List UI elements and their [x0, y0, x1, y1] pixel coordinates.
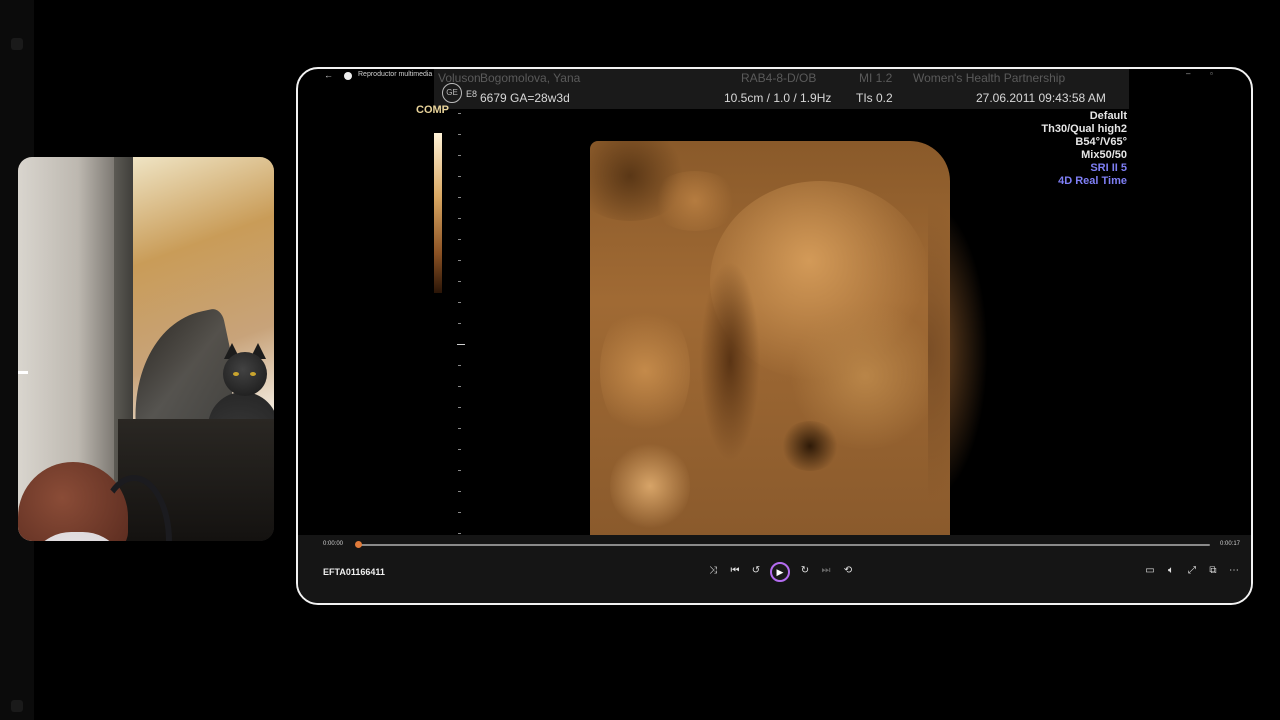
seek-thumb[interactable]	[355, 541, 362, 548]
param-line: B54°/V65°	[1075, 136, 1127, 148]
depth-tick	[458, 281, 461, 282]
depth-tick	[458, 197, 461, 198]
render-highlight	[610, 441, 690, 531]
fullscreen-icon[interactable]: ⤢	[1185, 565, 1199, 576]
title-bar: ← Reproductor multimedia – ▫	[298, 69, 1251, 85]
header-id-ga: 6679 GA=28w3d	[480, 91, 570, 105]
depth-tick	[458, 113, 461, 114]
render-highlight	[650, 171, 740, 231]
depth-tick	[458, 260, 461, 261]
mini-player-icon[interactable]: ⧉	[1206, 565, 1220, 576]
webcam-edge-mark	[18, 371, 28, 374]
painting-cat-eye	[250, 372, 256, 376]
subtitles-icon[interactable]: ▭	[1143, 565, 1157, 576]
depth-tick	[458, 449, 461, 450]
depth-tick	[458, 176, 461, 177]
volume-icon[interactable]: 🔈︎	[1164, 565, 1178, 576]
header-depth: 10.5cm / 1.0 / 1.9Hz	[724, 91, 832, 105]
depth-tick	[458, 407, 461, 408]
media-player-window[interactable]: Voluson Bogomolova, Yana RAB4-8-D/OB MI …	[296, 67, 1253, 605]
rewind-10-icon[interactable]: ↺	[749, 565, 763, 576]
render-highlight	[790, 301, 940, 451]
param-line-highlight: SRI II 5	[1090, 162, 1127, 174]
acquisition-params: Default Th30/Qual high2 B54°/V65° Mix50/…	[1041, 110, 1127, 188]
taskbar-icon[interactable]	[11, 700, 23, 712]
depth-tick	[458, 302, 461, 303]
render-shadow	[700, 261, 760, 461]
maximize-icon[interactable]: ▫	[1210, 69, 1213, 78]
depth-tick	[458, 533, 461, 534]
ultrasound-3d-render	[590, 141, 988, 539]
next-icon[interactable]: ⏭	[819, 565, 833, 576]
param-line: Default	[1089, 110, 1127, 122]
depth-tick	[458, 134, 461, 135]
depth-tick	[458, 470, 461, 471]
depth-tick	[458, 239, 461, 240]
depth-tick	[458, 428, 461, 429]
more-options-icon[interactable]: ⋯	[1227, 565, 1241, 576]
play-button[interactable]: ▶	[770, 562, 790, 582]
minimize-icon[interactable]: –	[1186, 69, 1190, 78]
total-time: 0:00:17	[1220, 541, 1241, 547]
depth-tick	[458, 218, 461, 219]
painting-cat-head	[223, 352, 267, 396]
seek-bar[interactable]	[358, 544, 1210, 546]
depth-tick	[458, 386, 461, 387]
comp-label: COMP	[416, 104, 449, 116]
render-highlight	[600, 301, 690, 441]
media-player-icon	[344, 72, 352, 80]
depth-tick	[458, 491, 461, 492]
taskbar-icon[interactable]	[11, 38, 23, 50]
video-frame[interactable]: Voluson Bogomolova, Yana RAB4-8-D/OB MI …	[298, 69, 1251, 555]
param-line: Mix50/50	[1081, 149, 1127, 161]
param-line-highlight: 4D Real Time	[1058, 175, 1127, 187]
header-datetime: 27.06.2011 09:43:58 AM	[976, 91, 1106, 105]
render-edge	[928, 201, 988, 501]
param-line: Th30/Qual high2	[1041, 123, 1127, 135]
depth-tick	[458, 512, 461, 513]
depth-tick	[458, 365, 461, 366]
current-time: 0:00:00	[323, 541, 344, 547]
painting-cat-eye	[233, 372, 239, 376]
forward-30-icon[interactable]: ↻	[798, 565, 812, 576]
color-scale-bar	[434, 133, 442, 293]
playback-controls: 0:00:00 0:00:17 EFTA01166411 ⤨ ⏮ ↺ ▶ ↻ ⏭…	[298, 535, 1251, 603]
shuffle-icon[interactable]: ⤨	[706, 565, 720, 576]
device-label: E8	[466, 89, 478, 99]
header-tis: TIs 0.2	[856, 91, 893, 105]
depth-tick	[458, 155, 461, 156]
app-title: Reproductor multimedia	[358, 71, 433, 78]
depth-tick	[457, 344, 465, 345]
back-arrow-icon[interactable]: ←	[324, 70, 333, 80]
webcam-overlay	[18, 157, 274, 541]
file-name: EFTA01166411	[323, 567, 385, 577]
previous-icon[interactable]: ⏮	[728, 565, 742, 576]
repeat-off-icon[interactable]: ⟲	[841, 565, 855, 576]
ge-logo-icon: GE	[442, 83, 462, 103]
depth-tick	[458, 323, 461, 324]
